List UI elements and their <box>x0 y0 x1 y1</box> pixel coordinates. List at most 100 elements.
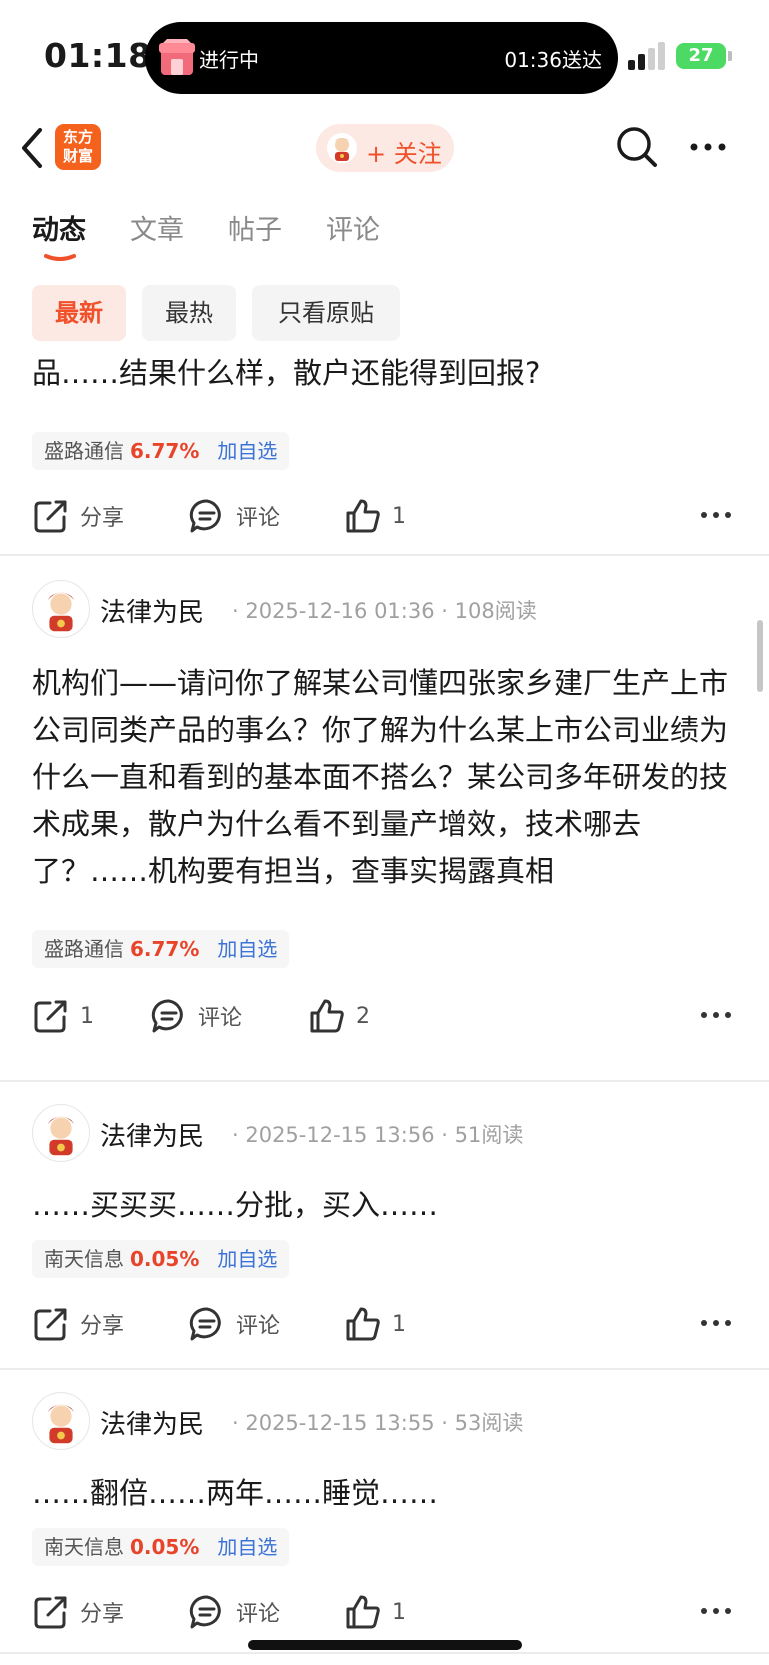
home-indicator[interactable] <box>248 1640 522 1650</box>
post-content: ……买买买……分批，买入…… <box>32 1188 439 1222</box>
share-icon <box>34 1596 67 1629</box>
profile-tabs: 动态 文章 帖子 评论 <box>0 200 769 270</box>
tab-comments[interactable]: 评论 <box>326 208 380 247</box>
like-button[interactable]: 1 <box>344 1302 406 1346</box>
active-tab-indicator <box>44 254 76 261</box>
post-actions: 分享 评论 1 <box>0 494 769 538</box>
avatar-icon <box>32 580 90 638</box>
post-meta: · 2025-12-16 01:36 · 108阅读 <box>232 599 537 623</box>
tab-articles[interactable]: 文章 <box>130 208 184 247</box>
stock-name: 南天信息 <box>44 1535 124 1559</box>
filter-original-only[interactable]: 只看原贴 <box>252 285 400 341</box>
comment-button[interactable]: 评论 <box>188 494 280 538</box>
stock-tag[interactable]: 南天信息 0.05% 加自选 <box>32 1528 290 1566</box>
dynamic-island[interactable]: 进行中 01:36送达 <box>145 22 618 94</box>
comment-button[interactable]: 评论 <box>188 1590 280 1634</box>
search-icon[interactable] <box>614 124 660 170</box>
post-author[interactable]: 法律为民 · 2025-12-16 01:36 · 108阅读 <box>32 580 732 638</box>
logo-line-2: 财富 <box>62 147 93 165</box>
post-content: 品……结果什么样，散户还能得到回报? <box>32 356 541 390</box>
post-actions: 分享 评论 1 <box>0 1302 769 1346</box>
stock-name: 南天信息 <box>44 1247 124 1271</box>
stock-tag[interactable]: 盛路通信 6.77% 加自选 <box>32 432 290 470</box>
comment-icon <box>189 1595 221 1629</box>
follow-label: + 关注 <box>366 140 442 168</box>
thumbs-up-icon <box>346 1595 380 1629</box>
stock-change: 6.77% <box>130 439 200 463</box>
post-actions: 分享 评论 1 <box>0 1590 769 1634</box>
add-watchlist-link[interactable]: 加自选 <box>217 439 277 463</box>
filter-bar: 最新 最热 只看原贴 <box>0 282 769 344</box>
logo-line-1: 东方 <box>62 128 93 146</box>
share-button[interactable]: 分享 <box>32 1302 124 1346</box>
comment-button[interactable]: 评论 <box>150 994 242 1038</box>
comment-icon <box>151 999 183 1033</box>
more-options-icon[interactable] <box>699 1000 733 1030</box>
cellular-signal-icon <box>628 42 665 70</box>
thumbs-up-icon <box>310 999 344 1033</box>
tab-posts[interactable]: 帖子 <box>228 208 282 247</box>
share-button[interactable]: 分享 <box>32 1590 124 1634</box>
share-button[interactable]: 分享 <box>32 494 124 538</box>
post-meta: · 2025-12-15 13:56 · 51阅读 <box>232 1123 524 1147</box>
tab-dynamic[interactable]: 动态 <box>32 208 86 247</box>
stock-change: 0.05% <box>130 1247 200 1271</box>
like-button[interactable]: 1 <box>344 494 406 538</box>
post-meta: · 2025-12-15 13:55 · 53阅读 <box>232 1411 524 1435</box>
post-divider <box>0 1080 769 1082</box>
add-watchlist-link[interactable]: 加自选 <box>217 937 277 961</box>
stock-tag[interactable]: 盛路通信 6.77% 加自选 <box>32 930 290 968</box>
avatar-icon <box>32 1392 90 1450</box>
post-divider <box>0 1368 769 1370</box>
filter-hottest[interactable]: 最热 <box>142 285 236 341</box>
thumbs-up-icon <box>346 1307 380 1341</box>
comment-icon <box>189 499 221 533</box>
live-activity-eta: 01:36送达 <box>504 48 602 72</box>
share-label: 分享 <box>80 1314 125 1339</box>
share-icon <box>34 1000 67 1033</box>
live-activity-label: 进行中 <box>199 48 259 72</box>
stock-change: 0.05% <box>130 1535 200 1559</box>
back-arrow-icon[interactable] <box>16 124 48 172</box>
shop-icon <box>159 39 195 75</box>
more-options-icon[interactable] <box>699 1596 733 1626</box>
comment-label: 评论 <box>198 1006 243 1031</box>
more-options-icon[interactable] <box>699 500 733 530</box>
status-bar: 01:18 进行中 01:36送达 27 <box>0 0 769 112</box>
avatar-icon <box>32 1104 90 1162</box>
stock-tag[interactable]: 南天信息 0.05% 加自选 <box>32 1240 290 1278</box>
comment-button[interactable]: 评论 <box>188 1302 280 1346</box>
add-watchlist-link[interactable]: 加自选 <box>217 1247 277 1271</box>
follow-button[interactable]: + 关注 <box>316 124 454 172</box>
post-content: 机构们——请问你了解某公司懂四张家乡建厂生产上市公司同类产品的事么？你了解为什么… <box>32 666 729 888</box>
like-button[interactable]: 1 <box>344 1590 406 1634</box>
status-time: 01:18 <box>44 36 152 75</box>
post-divider <box>0 554 769 556</box>
add-watchlist-link[interactable]: 加自选 <box>217 1535 277 1559</box>
scrollbar[interactable] <box>757 620 763 692</box>
filter-latest[interactable]: 最新 <box>32 285 126 341</box>
like-button[interactable]: 2 <box>308 994 370 1038</box>
thumbs-up-icon <box>346 499 380 533</box>
post-author[interactable]: 法律为民 · 2025-12-15 13:55 · 53阅读 <box>32 1392 732 1450</box>
post-content: ……翻倍……两年……睡觉…… <box>32 1476 439 1510</box>
stock-name: 盛路通信 <box>44 439 124 463</box>
post-author[interactable]: 法律为民 · 2025-12-15 13:56 · 51阅读 <box>32 1104 732 1162</box>
more-options-icon[interactable] <box>699 1308 733 1338</box>
share-count: 1 <box>80 1003 94 1029</box>
more-options-icon[interactable] <box>688 132 728 162</box>
comment-label: 评论 <box>236 1314 281 1339</box>
app-logo[interactable]: 东方 财富 <box>55 124 101 170</box>
author-name: 法律为民 <box>100 598 205 628</box>
battery-indicator: 27 <box>676 43 732 69</box>
share-label: 分享 <box>80 1602 125 1627</box>
comment-label: 评论 <box>236 506 281 531</box>
avatar-icon <box>327 133 357 163</box>
top-nav-bar: 东方 财富 + 关注 <box>0 112 769 188</box>
stock-change: 6.77% <box>130 937 200 961</box>
share-button[interactable]: 1 <box>32 994 94 1038</box>
like-count: 1 <box>392 1599 406 1625</box>
author-name: 法律为民 <box>100 1410 205 1440</box>
author-name: 法律为民 <box>100 1122 205 1152</box>
like-count: 2 <box>356 1003 370 1029</box>
